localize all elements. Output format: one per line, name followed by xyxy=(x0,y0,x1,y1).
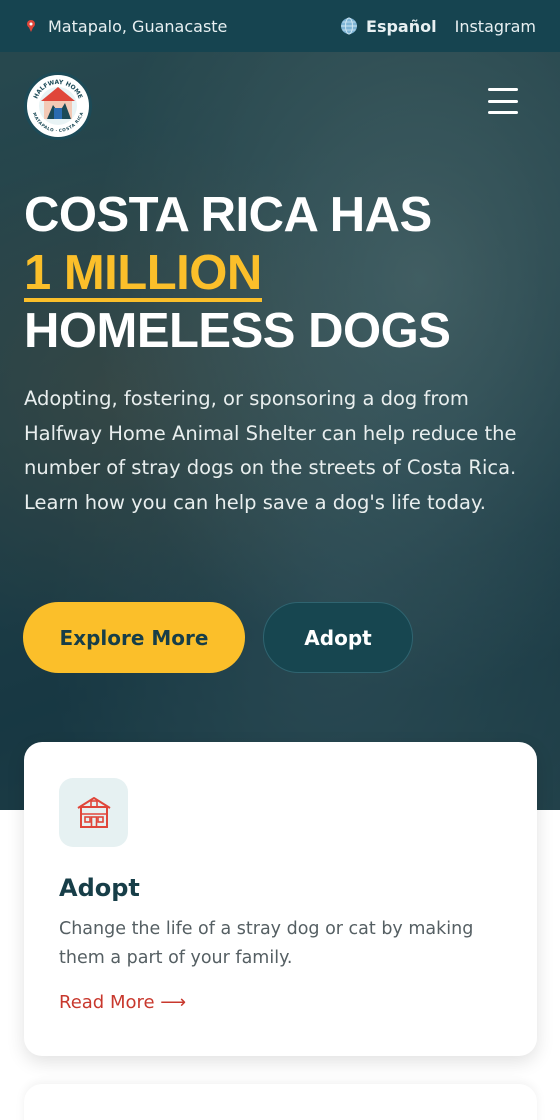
location: Matapalo, Guanacaste xyxy=(24,17,227,36)
adopt-card: Adopt Change the life of a stray dog or … xyxy=(24,742,537,1056)
language-switcher[interactable]: Español xyxy=(340,17,437,36)
instagram-link[interactable]: Instagram xyxy=(455,17,536,36)
logo-emblem: HALFWAY HOME MATAPALO · COSTA RICA xyxy=(28,76,88,136)
headline-line-3: HOMELESS DOGS xyxy=(24,304,451,358)
explore-more-button[interactable]: Explore More xyxy=(23,602,245,673)
card-text: Change the life of a stray dog or cat by… xyxy=(59,919,474,968)
site-logo[interactable]: HALFWAY HOME MATAPALO · COSTA RICA xyxy=(24,72,92,140)
hero-description: Adopting, fostering, or sponsoring a dog… xyxy=(24,387,517,514)
headline-accent: 1 MILLION xyxy=(24,246,262,302)
globe-icon xyxy=(341,17,358,35)
language-label: Español xyxy=(366,16,437,36)
hero-headline: COSTA RICA HAS 1 MILLION HOMELESS DOGS xyxy=(24,186,536,360)
shelter-icon xyxy=(59,778,128,847)
map-pin-icon xyxy=(27,20,35,32)
headline-line-1: COSTA RICA HAS xyxy=(24,188,432,242)
location-text: Matapalo, Guanacaste xyxy=(48,16,228,36)
top-bar: Matapalo, Guanacaste Español Instagram xyxy=(0,0,560,52)
next-card xyxy=(24,1084,537,1120)
adopt-button[interactable]: Adopt xyxy=(263,602,413,673)
hero-section: HALFWAY HOME MATAPALO · COSTA RICA COSTA… xyxy=(0,52,560,810)
card-title: Adopt xyxy=(59,874,140,902)
read-more-link[interactable]: Read More ⟶ xyxy=(59,992,186,1013)
hamburger-menu-icon[interactable] xyxy=(488,88,518,114)
